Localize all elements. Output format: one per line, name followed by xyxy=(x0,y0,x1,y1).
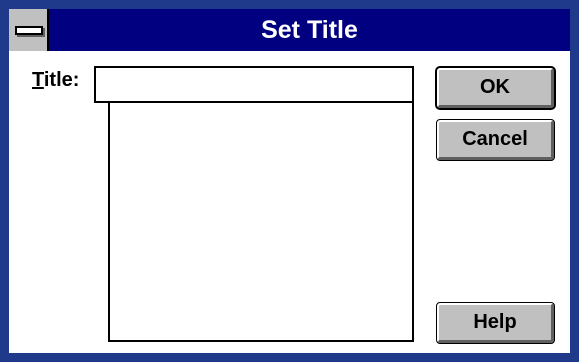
help-button[interactable]: Help xyxy=(436,302,555,344)
set-title-dialog: Set Title Title: OK Cancel Help xyxy=(0,0,579,362)
title-field-label: Title: xyxy=(32,68,79,92)
title-input[interactable] xyxy=(94,66,414,103)
system-menu-button[interactable] xyxy=(9,9,49,51)
title-label-accelerator: T xyxy=(32,69,44,91)
title-list-box[interactable] xyxy=(108,101,414,342)
cancel-button[interactable]: Cancel xyxy=(436,119,555,161)
window-title: Set Title xyxy=(261,16,358,44)
system-menu-icon xyxy=(15,26,43,35)
title-label-text: itle: xyxy=(43,69,80,91)
ok-button[interactable]: OK xyxy=(435,66,556,110)
